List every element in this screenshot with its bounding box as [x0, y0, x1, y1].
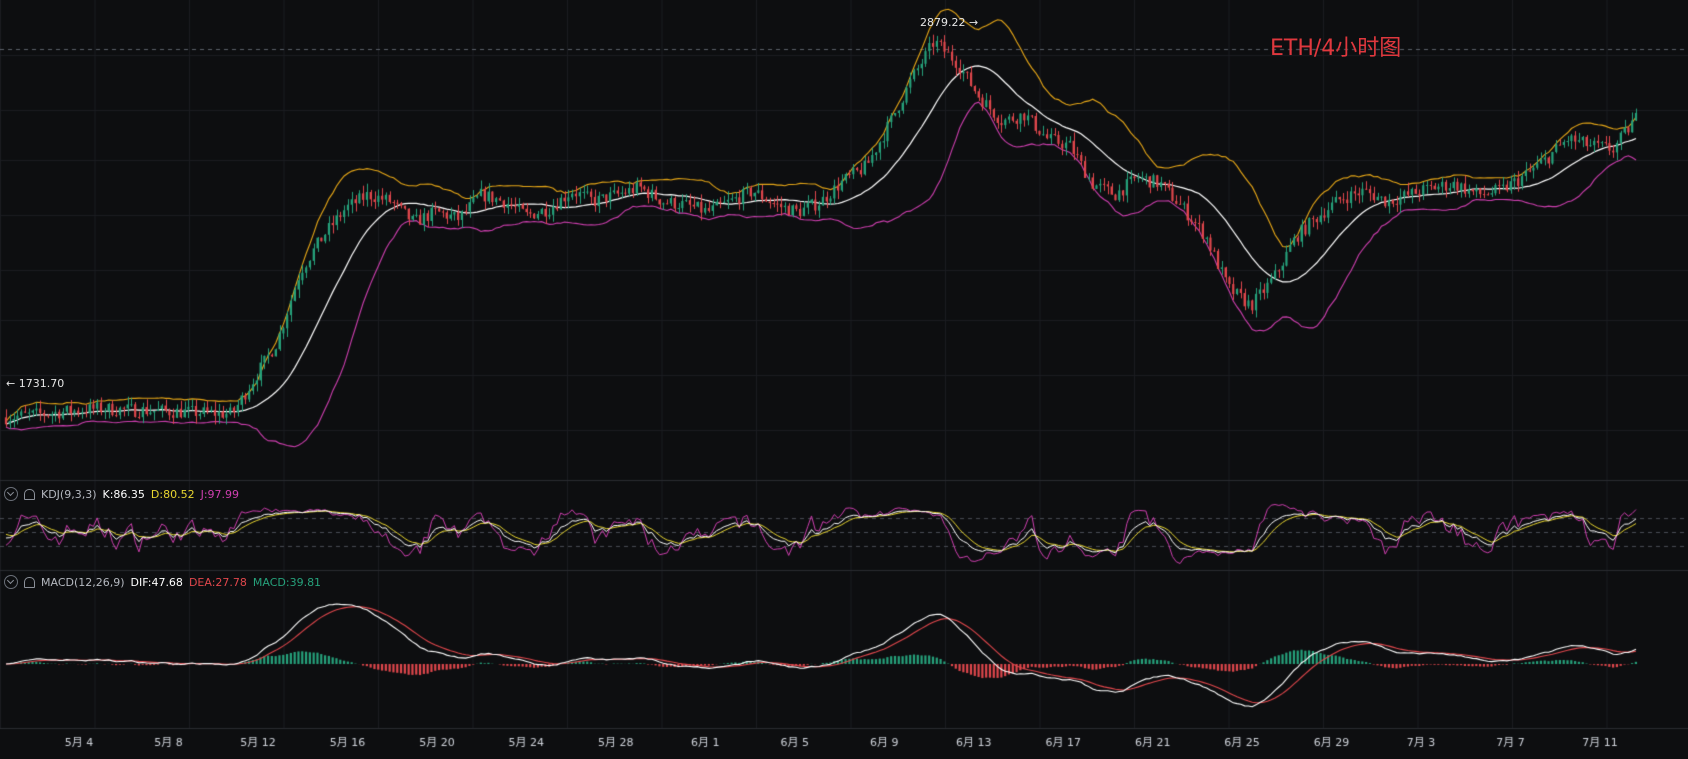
macd-name: MACD(12,26,9) [41, 575, 125, 589]
price-chart-canvas[interactable] [0, 0, 1688, 759]
kdj-d-value: D:80.52 [150, 487, 195, 501]
kdj-name: KDJ(9,3,3) [41, 487, 97, 501]
chart-watermark: ETH/4小时图 [1270, 36, 1402, 61]
alert-bell-icon[interactable] [24, 488, 35, 500]
right-arrow-icon: → [965, 16, 979, 29]
macd-dea-value: DEA:27.78 [188, 575, 247, 589]
low-price-value: 1731.70 [18, 377, 65, 390]
left-arrow-icon: ← [6, 377, 19, 390]
collapse-chevron-icon[interactable] [4, 487, 18, 501]
alert-bell-icon[interactable] [24, 576, 35, 588]
kdj-k-value: K:86.35 [102, 487, 145, 501]
kdj-legend: KDJ(9,3,3) K:86.35 D:80.52 J:97.99 [4, 487, 239, 501]
macd-hist-value: MACD:39.81 [252, 575, 322, 589]
high-price-value: 2879.22 [920, 16, 966, 29]
high-price-marker: 2879.22 → [920, 16, 978, 29]
macd-legend: MACD(12,26,9) DIF:47.68 DEA:27.78 MACD:3… [4, 575, 321, 589]
collapse-chevron-icon[interactable] [4, 575, 18, 589]
macd-dif-value: DIF:47.68 [130, 575, 183, 589]
low-price-marker: ← 1731.70 [6, 377, 64, 390]
kdj-j-value: J:97.99 [200, 487, 240, 501]
